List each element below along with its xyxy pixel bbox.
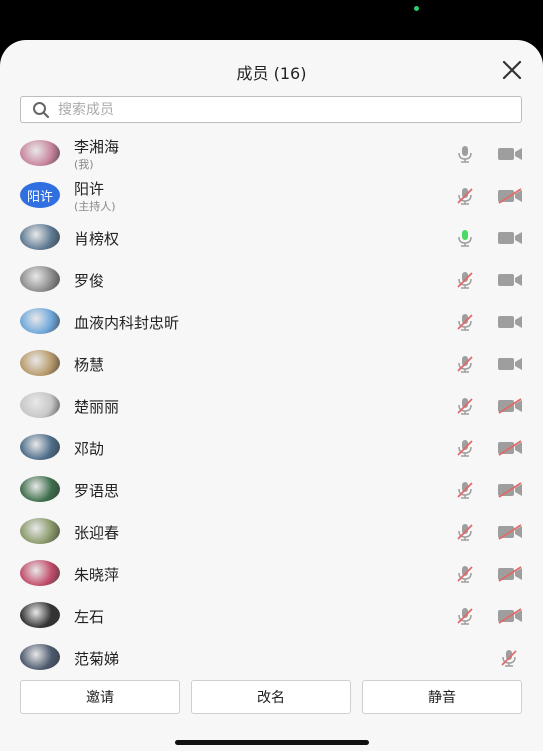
mic-muted-icon[interactable] bbox=[455, 522, 475, 542]
avatar bbox=[20, 308, 60, 334]
camera-off-icon[interactable] bbox=[497, 398, 523, 414]
member-row[interactable]: 范菊娣 bbox=[0, 637, 543, 679]
mic-muted-icon[interactable] bbox=[455, 396, 475, 416]
camera-off-icon[interactable] bbox=[497, 482, 523, 498]
member-row[interactable]: 血液内科封忠昕 bbox=[0, 301, 543, 343]
avatar: 阳许 bbox=[20, 182, 60, 208]
member-name: 范菊娣 bbox=[74, 650, 120, 668]
camera-indicator bbox=[414, 6, 419, 11]
avatar bbox=[20, 602, 60, 628]
member-row[interactable]: 罗俊 bbox=[0, 259, 543, 301]
avatar bbox=[20, 434, 60, 460]
members-sheet: 成员 (16) 李湘海 (我) 阳许阳许 (主持人) 肖榜权罗俊血液内科封忠昕杨慧楚丽丽… bbox=[0, 40, 543, 751]
avatar bbox=[20, 560, 60, 586]
page-title: 成员 (16) bbox=[236, 64, 307, 83]
camera-off-icon[interactable] bbox=[497, 188, 523, 204]
mute-all-button[interactable]: 静音 bbox=[362, 680, 522, 714]
avatar bbox=[20, 266, 60, 292]
camera-off-icon[interactable] bbox=[497, 566, 523, 582]
member-name: 罗语思 bbox=[74, 482, 120, 500]
member-name: 李湘海 bbox=[74, 138, 120, 156]
member-row[interactable]: 楚丽丽 bbox=[0, 385, 543, 427]
member-row[interactable]: 肖榜权 bbox=[0, 217, 543, 259]
mic-muted-icon[interactable] bbox=[455, 312, 475, 332]
avatar bbox=[20, 140, 60, 166]
member-role: (主持人) bbox=[74, 200, 116, 213]
mic-muted-icon[interactable] bbox=[499, 648, 519, 668]
mic-muted-icon[interactable] bbox=[455, 480, 475, 500]
avatar bbox=[20, 518, 60, 544]
avatar bbox=[20, 350, 60, 376]
member-row[interactable]: 邓劼 bbox=[0, 427, 543, 469]
home-indicator bbox=[175, 740, 369, 745]
member-name: 朱晓萍 bbox=[74, 566, 120, 584]
mic-muted-icon[interactable] bbox=[455, 438, 475, 458]
video-camera-icon[interactable] bbox=[497, 272, 523, 288]
member-name: 阳许 bbox=[74, 180, 105, 198]
search-input[interactable] bbox=[56, 100, 500, 119]
avatar bbox=[20, 644, 60, 670]
member-name: 邓劼 bbox=[74, 440, 105, 458]
member-row[interactable]: 阳许 阳许 (主持人) bbox=[0, 175, 543, 217]
avatar bbox=[20, 476, 60, 502]
avatar bbox=[20, 392, 60, 418]
mic-muted-icon[interactable] bbox=[455, 606, 475, 626]
rename-button[interactable]: 改名 bbox=[191, 680, 351, 714]
video-camera-icon[interactable] bbox=[497, 230, 523, 246]
microphone-icon[interactable] bbox=[455, 144, 475, 164]
member-name: 杨慧 bbox=[74, 356, 105, 374]
member-name: 血液内科封忠昕 bbox=[74, 314, 180, 332]
camera-off-icon[interactable] bbox=[497, 608, 523, 624]
member-row[interactable]: 杨慧 bbox=[0, 343, 543, 385]
search-box[interactable] bbox=[20, 96, 522, 123]
invite-button[interactable]: 邀请 bbox=[20, 680, 180, 714]
mic-speaking-icon[interactable] bbox=[455, 228, 475, 248]
mic-muted-icon[interactable] bbox=[455, 186, 475, 206]
member-name: 肖榜权 bbox=[74, 230, 120, 248]
mic-muted-icon[interactable] bbox=[455, 564, 475, 584]
member-row[interactable]: 左石 bbox=[0, 595, 543, 637]
close-icon[interactable] bbox=[501, 59, 523, 81]
search-icon bbox=[33, 101, 50, 118]
member-name: 张迎春 bbox=[74, 524, 120, 542]
footer-actions: 邀请 改名 静音 bbox=[0, 680, 543, 720]
mic-muted-icon[interactable] bbox=[455, 270, 475, 290]
video-camera-icon[interactable] bbox=[497, 314, 523, 330]
member-name: 罗俊 bbox=[74, 272, 105, 290]
member-role: (我) bbox=[74, 158, 94, 171]
member-list: 李湘海 (我) 阳许 阳许 (主持人) 肖榜权罗俊血液内科封忠昕 杨慧楚丽丽邓劼罗语思张迎春… bbox=[0, 133, 543, 679]
video-camera-icon[interactable] bbox=[497, 356, 523, 372]
member-row[interactable]: 张迎春 bbox=[0, 511, 543, 553]
camera-off-icon[interactable] bbox=[497, 524, 523, 540]
avatar bbox=[20, 224, 60, 250]
video-camera-icon[interactable] bbox=[497, 146, 523, 162]
member-row[interactable]: 罗语思 bbox=[0, 469, 543, 511]
member-name: 楚丽丽 bbox=[74, 398, 120, 416]
member-name: 左石 bbox=[74, 608, 105, 626]
member-row[interactable]: 朱晓萍 bbox=[0, 553, 543, 595]
camera-off-icon[interactable] bbox=[497, 440, 523, 456]
sheet-header: 成员 (16) bbox=[0, 40, 543, 100]
mic-muted-icon[interactable] bbox=[455, 354, 475, 374]
member-row[interactable]: 李湘海 (我) bbox=[0, 133, 543, 175]
